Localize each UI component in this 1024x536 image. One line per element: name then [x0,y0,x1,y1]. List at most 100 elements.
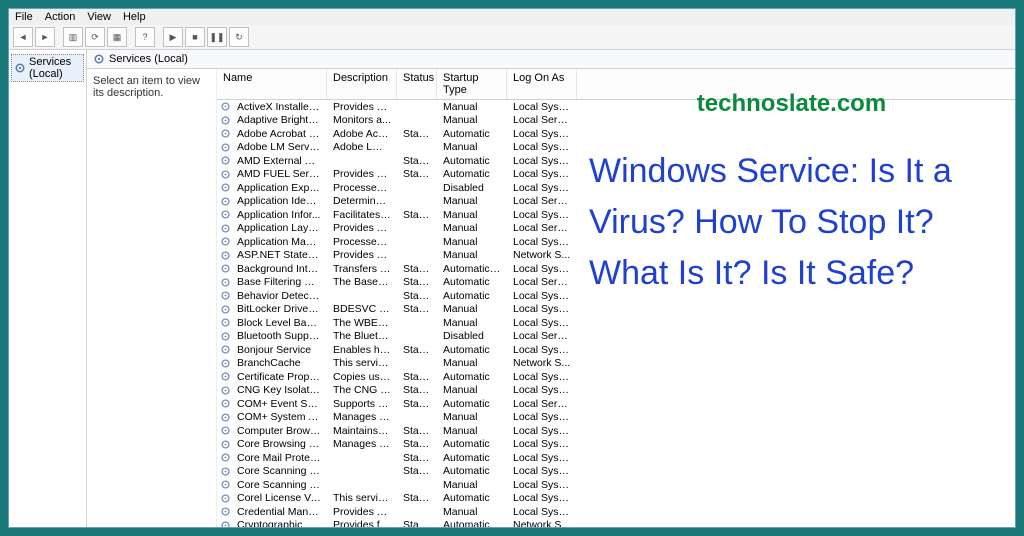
forward-button[interactable]: ► [35,27,55,47]
cell-startup: Manual [437,303,507,315]
export-button[interactable]: ▦ [107,27,127,47]
table-row[interactable]: Core Mail Protecti...StartedAutomaticLoc… [217,451,1015,465]
table-row[interactable]: BranchCacheThis service ...ManualNetwork… [217,357,1015,371]
cell-status: Started [397,209,437,221]
menubar: File Action View Help [9,9,1015,25]
cell-status: Started [397,128,437,140]
menu-action[interactable]: Action [45,11,76,23]
cell-logon: Local Syste... [507,479,577,491]
service-icon [217,466,231,477]
table-row[interactable]: Core Scanning Ser...ManualLocal Syste... [217,478,1015,492]
cell-name: COM+ Event Syst... [231,398,327,410]
cell-logon: Local Syste... [507,317,577,329]
cell-logon: Local Service [507,222,577,234]
cell-startup: Manual [437,222,507,234]
cell-startup: Automatic (D... [437,263,507,275]
cell-startup: Manual [437,506,507,518]
cell-startup: Automatic [437,344,507,356]
cell-desc: Provides Us... [327,101,397,113]
col-status[interactable]: Status [397,69,437,99]
menu-view[interactable]: View [87,11,111,23]
table-row[interactable]: Certificate Propag...Copies user ...Star… [217,370,1015,384]
service-icon [217,277,231,288]
table-row[interactable]: Core Browsing Pr...Manages se...StartedA… [217,438,1015,452]
cell-status: Started [397,465,437,477]
start-button[interactable]: ▶ [163,27,183,47]
col-logon[interactable]: Log On As [507,69,577,99]
cell-name: Adobe LM Service [231,141,327,153]
service-icon [217,182,231,193]
cell-startup: Manual [437,317,507,329]
cell-status: Started [397,438,437,450]
restart-button[interactable]: ↻ [229,27,249,47]
table-row[interactable]: Credential ManagerProvides se...ManualLo… [217,505,1015,519]
table-row[interactable]: BitLocker Drive En...BDESVC hos...Starte… [217,303,1015,317]
table-row[interactable]: Bonjour ServiceEnables har...StartedAuto… [217,343,1015,357]
cell-logon: Local Syste... [507,425,577,437]
cell-name: Computer Browser [231,425,327,437]
table-row[interactable]: Cryptographic Ser...Provides fo...Starte… [217,519,1015,528]
cell-logon: Local Syste... [507,101,577,113]
cell-logon: Local Service [507,398,577,410]
cell-desc: Enables har... [327,344,397,356]
back-button[interactable]: ◄ [13,27,33,47]
help-button[interactable]: ? [135,27,155,47]
cell-name: BitLocker Drive En... [231,303,327,315]
cell-startup: Manual [437,101,507,113]
col-name[interactable]: Name [217,69,327,99]
service-icon [217,142,231,153]
show-hide-button[interactable]: ▥ [63,27,83,47]
main-title: Services (Local) [109,53,188,65]
refresh-button[interactable]: ⟳ [85,27,105,47]
cell-desc: Provides su... [327,222,397,234]
cell-logon: Local Syste... [507,371,577,383]
cell-status: Started [397,425,437,437]
cell-desc: Adobe Acro... [327,128,397,140]
table-row[interactable]: Core Scanning Ser...StartedAutomaticLoca… [217,465,1015,479]
menu-file[interactable]: File [15,11,33,23]
cell-startup: Automatic [437,276,507,288]
tree-services-local[interactable]: Services (Local) [11,54,84,82]
cell-status: Started [397,371,437,383]
cell-name: Core Scanning Ser... [231,479,327,491]
cell-name: Application Identity [231,195,327,207]
cell-desc: Copies user ... [327,371,397,383]
service-icon [217,223,231,234]
cell-logon: Local Syste... [507,492,577,504]
cell-status: Started [397,519,437,527]
table-row[interactable]: Block Level Backu...The WBENG...ManualLo… [217,316,1015,330]
cell-startup: Manual [437,249,507,261]
description-text: Select an item to view its description. [93,75,200,99]
cell-logon: Local Syste... [507,438,577,450]
service-icon [217,425,231,436]
cell-logon: Local Syste... [507,141,577,153]
table-row[interactable]: COM+ System Ap...Manages th...ManualLoca… [217,411,1015,425]
service-icon [217,344,231,355]
menu-help[interactable]: Help [123,11,146,23]
table-row[interactable]: COM+ Event Syst...Supports Sy...StartedA… [217,397,1015,411]
cell-desc: Monitors a... [327,114,397,126]
cell-name: Application Experi... [231,182,327,194]
cell-logon: Network S... [507,519,577,527]
cell-desc: Facilitates t... [327,209,397,221]
service-icon [217,101,231,112]
col-description[interactable]: Description [327,69,397,99]
stop-button[interactable]: ■ [185,27,205,47]
cell-startup: Automatic [437,398,507,410]
pause-button[interactable]: ❚❚ [207,27,227,47]
cell-name: Credential Manager [231,506,327,518]
cell-logon: Local Syste... [507,155,577,167]
table-row[interactable]: Bluetooth Support...The Bluetoo...Disabl… [217,330,1015,344]
cell-startup: Automatic [437,371,507,383]
table-row[interactable]: CNG Key IsolationThe CNG ke...StartedMan… [217,384,1015,398]
cell-desc: Provides su... [327,249,397,261]
table-row[interactable]: Computer BrowserMaintains a...StartedMan… [217,424,1015,438]
cell-startup: Automatic [437,519,507,527]
cell-startup: Automatic [437,290,507,302]
cell-startup: Manual [437,236,507,248]
col-startup[interactable]: Startup Type [437,69,507,99]
cell-name: Behavior Detectio... [231,290,327,302]
cell-name: Cryptographic Ser... [231,519,327,527]
cell-status: Started [397,290,437,302]
table-row[interactable]: Corel License Vali...This service ...Sta… [217,492,1015,506]
